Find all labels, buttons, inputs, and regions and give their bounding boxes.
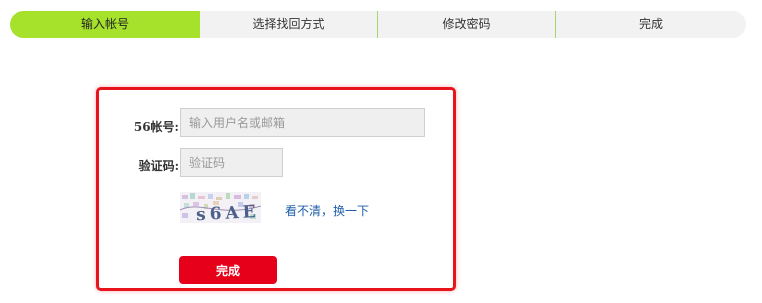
step-complete: 完成 [638, 17, 663, 31]
account-input[interactable] [180, 108, 425, 137]
complete-button[interactable]: 完成 [179, 256, 277, 284]
captcha-label: 验证码: [138, 159, 179, 173]
refresh-captcha-link[interactable]: 看不清，换一下 [285, 202, 369, 219]
captcha-image[interactable]: s6AE [180, 192, 261, 223]
captcha-input[interactable] [180, 148, 283, 177]
step-enter-account: 输入帐号 [10, 11, 200, 38]
captcha-text: s6AE [196, 202, 261, 223]
step-choose-recovery-method: 选择找回方式 [200, 11, 378, 38]
account-label: 56帐号: [133, 120, 179, 134]
step-change-password: 修改密码 [378, 11, 556, 38]
account-recovery-form: 56帐号: 验证码: s6AE 看不清，换一下 完成 [96, 87, 456, 291]
step-progress-bar: 输入帐号 选择找回方式 修改密码 完成 [10, 11, 746, 38]
